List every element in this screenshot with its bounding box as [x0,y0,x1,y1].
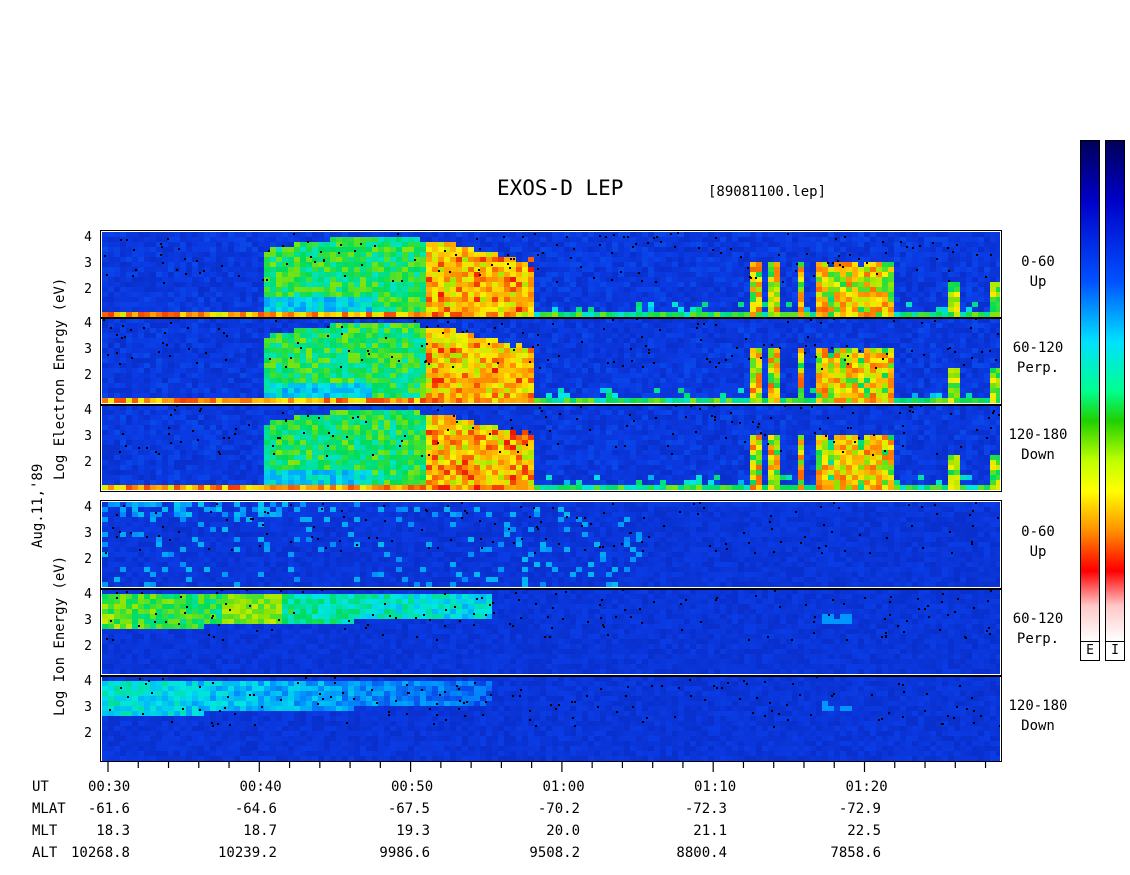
ion-colorbar [1105,140,1125,642]
pitch-angle-label: 60-120 Perp. [1003,609,1073,649]
y-tick-label: 4 [84,500,92,515]
ephemeris-value: -72.9 [838,801,881,817]
panel-divider [100,317,1002,319]
ephemeris-value: -61.6 [87,801,130,817]
ephemeris-value: -67.5 [387,801,430,817]
chart-title: EXOS-D LEP [497,176,624,200]
pitch-range: 60-120 [1012,340,1064,356]
ephemeris-value: 01:10 [694,779,737,795]
date-label: Aug.11,'89 [30,463,46,548]
ephemeris-value: 18.7 [243,823,277,839]
time-axis [100,761,1002,772]
ephemeris-value: 18.3 [96,823,130,839]
y-tick-label: 2 [84,368,92,383]
ephemeris-value: 8800.4 [676,845,727,861]
file-label: [89081100.lep] [708,184,827,200]
pitch-range: 60-120 [1012,611,1064,627]
ephemeris-label-mlt: MLT [32,823,58,839]
y-tick-label: 3 [84,526,92,541]
pitch-angle-label: 120-180 Down [1003,425,1073,465]
ephemeris-value: 00:30 [88,779,131,795]
panel-divider [100,404,1002,406]
y-tick-label: 4 [84,403,92,418]
pitch-range: 0-60 [1021,254,1055,270]
y-tick-label: 3 [84,613,92,628]
panel-divider [100,675,1002,677]
ephemeris-value: 00:40 [239,779,282,795]
pitch-direction: Perp. [1016,631,1060,647]
ephemeris-label-alt: ALT [32,845,58,861]
electron-ylabel: Log Electron Energy (eV) [52,277,68,480]
pitch-angle-label: 120-180 Down [1003,696,1073,736]
y-tick-label: 4 [84,316,92,331]
ephemeris-value: -64.6 [234,801,277,817]
y-tick-label: 3 [84,700,92,715]
ephemeris-label-mlat: MLAT [32,801,66,817]
colorbar-label-ion: I [1105,641,1125,661]
y-tick-label: 2 [84,282,92,297]
ephemeris-value: 7858.6 [830,845,881,861]
ephemeris-value: 01:00 [542,779,585,795]
ephemeris-value: 10239.2 [217,845,277,861]
y-tick-label: 4 [84,587,92,602]
pitch-direction: Down [1021,718,1055,734]
electron-frame [100,230,1002,492]
y-tick-label: 4 [84,230,92,245]
y-tick-label: 2 [84,639,92,654]
ephemeris-value: 19.3 [396,823,430,839]
ephemeris-value: 9508.2 [529,845,580,861]
pitch-range: 120-180 [1008,698,1068,714]
pitch-direction: Down [1021,447,1055,463]
y-tick-label: 2 [84,726,92,741]
pitch-angle-label: 60-120 Perp. [1003,338,1073,378]
y-tick-label: 3 [84,256,92,271]
ephemeris-value: 21.1 [693,823,727,839]
electron-colorbar [1080,140,1100,642]
pitch-direction: Up [1029,544,1047,560]
y-tick-label: 3 [84,429,92,444]
ephemeris-label-ut: UT [32,779,49,795]
y-tick-label: 2 [84,455,92,470]
ephemeris-value: 10268.8 [70,845,130,861]
ephemeris-value: 22.5 [847,823,881,839]
ephemeris-value: 01:20 [845,779,888,795]
ephemeris-value: -70.2 [537,801,580,817]
y-tick-label: 2 [84,552,92,567]
panel-divider [100,588,1002,590]
ephemeris-value: 9986.6 [379,845,430,861]
ephemeris-value: 00:50 [391,779,434,795]
ion-frame [100,500,1002,762]
y-tick-label: 3 [84,342,92,357]
pitch-angle-label: 0-60 Up [1003,522,1073,562]
colorbar-label-electron: E [1080,641,1100,661]
ion-ylabel: Log Ion Energy (eV) [52,555,68,716]
pitch-direction: Up [1029,274,1047,290]
ephemeris-value: -72.3 [684,801,727,817]
pitch-range: 120-180 [1008,427,1068,443]
ephemeris-value: 20.0 [546,823,580,839]
pitch-angle-label: 0-60 Up [1003,252,1073,292]
pitch-range: 0-60 [1021,524,1055,540]
y-tick-label: 4 [84,674,92,689]
pitch-direction: Perp. [1016,360,1060,376]
